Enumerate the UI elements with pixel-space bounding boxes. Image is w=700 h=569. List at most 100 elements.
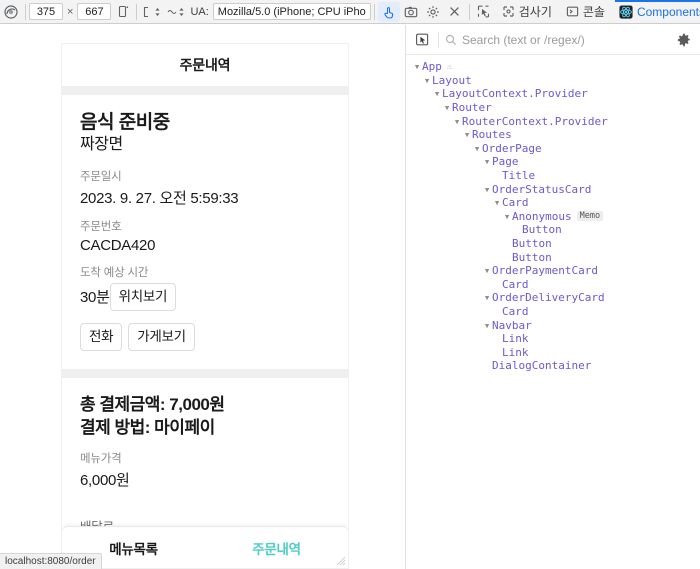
memo-badge: Memo [577, 211, 603, 221]
tree-node-label: Link [502, 346, 529, 359]
chevron-down-icon[interactable]: ▾ [422, 74, 432, 87]
zoom-select[interactable] [140, 3, 164, 21]
tree-node-label: Title [502, 169, 535, 182]
status-bar-url: localhost:8080/order [0, 553, 102, 569]
tab-console[interactable]: 콘솔 [559, 0, 612, 24]
tree-row[interactable]: Link [406, 332, 700, 346]
order-number-value: CACDA420 [80, 237, 330, 254]
user-agent-input[interactable]: Mozilla/5.0 (iPhone; CPU iPho [213, 3, 371, 20]
zoom-select-icon [143, 6, 153, 18]
order-status-heading: 음식 준비중 [80, 111, 330, 135]
emulated-device-frame: 주문내역 음식 준비중 짜장면 주문일시 2023. 9. 27. 오전 5:5… [62, 44, 348, 568]
tree-row[interactable]: ▾OrderDeliveryCard [406, 291, 700, 305]
tree-row[interactable]: Button [406, 223, 700, 237]
chevron-down-icon[interactable]: ▾ [482, 183, 492, 196]
tree-node-label: Card [502, 305, 529, 318]
chevron-down-icon[interactable]: ▾ [482, 291, 492, 304]
tree-row[interactable]: Title [406, 169, 700, 183]
tree-row[interactable]: ▾Page [406, 155, 700, 169]
camera-icon[interactable] [400, 2, 422, 22]
tree-row[interactable]: Button [406, 250, 700, 264]
card-divider [62, 86, 348, 95]
order-status-card: 음식 준비중 짜장면 주문일시 2023. 9. 27. 오전 5:59:33 … [62, 95, 348, 369]
dimension-separator: × [63, 6, 77, 18]
chevron-down-icon[interactable]: ▾ [462, 128, 472, 141]
tree-row[interactable]: DialogContainer [406, 359, 700, 373]
tree-node-label: Router [452, 101, 492, 114]
chevron-down-icon[interactable]: ▾ [452, 115, 462, 128]
order-menu-name: 짜장면 [80, 135, 330, 156]
tree-row[interactable]: ▾Layout [406, 74, 700, 88]
tree-row[interactable]: ▾App ⚠ [406, 60, 700, 74]
tree-row[interactable]: Card [406, 305, 700, 319]
search-icon [445, 34, 457, 46]
tree-row[interactable]: Link [406, 345, 700, 359]
search-input[interactable]: Search (text or /regex/) [443, 33, 672, 47]
device-pixel-ratio-icon[interactable] [111, 2, 133, 22]
tree-row[interactable]: ▾RouterContext.Provider [406, 114, 700, 128]
eta-label: 도착 예상 시간 [80, 264, 330, 280]
tab-components[interactable]: Components [612, 0, 700, 24]
searchbar-divider [438, 32, 439, 48]
toolbar-divider [136, 4, 137, 20]
tree-row[interactable]: Button [406, 237, 700, 251]
tree-node-label: Link [502, 332, 529, 345]
console-icon [566, 5, 579, 18]
tree-node-label: Page [492, 155, 519, 168]
chevron-down-icon[interactable]: ▾ [482, 264, 492, 277]
tree-row[interactable]: ▾Navbar [406, 318, 700, 332]
chevron-down-icon[interactable]: ▾ [432, 87, 442, 100]
tree-node-label: Button [522, 223, 562, 236]
store-view-button[interactable]: 가게보기 [128, 323, 194, 351]
tree-row[interactable]: ▾LayoutContext.Provider [406, 87, 700, 101]
call-button[interactable]: 전화 [80, 323, 122, 351]
resize-grip-icon[interactable] [336, 556, 346, 566]
chevron-down-icon[interactable]: ▾ [442, 101, 452, 114]
chevron-down-icon[interactable]: ▾ [502, 210, 512, 223]
tab-inspector[interactable]: 검사기 [495, 0, 559, 24]
inspect-pointer-icon[interactable] [473, 2, 495, 22]
device-rotate-icon[interactable] [0, 2, 22, 22]
tree-node-label: RouterContext.Provider [462, 115, 608, 128]
location-view-button[interactable]: 위치보기 [110, 283, 176, 311]
action-button-row: 전화 가게보기 [80, 323, 330, 351]
tree-node-label: Card [502, 196, 529, 209]
tree-row[interactable]: ▾Routes [406, 128, 700, 142]
gear-icon[interactable] [422, 2, 444, 22]
chevron-updown-icon [154, 6, 161, 18]
tree-node-label: App [422, 60, 442, 73]
touch-emulation-icon[interactable] [378, 2, 400, 22]
chevron-updown-icon [178, 6, 185, 18]
tree-row[interactable]: ▾OrderStatusCard [406, 182, 700, 196]
tree-row[interactable]: ▾Card [406, 196, 700, 210]
react-devtools-searchbar: Search (text or /regex/) [406, 25, 700, 55]
network-throttle-icon [167, 6, 177, 18]
tree-row[interactable]: ▾OrderPaymentCard [406, 264, 700, 278]
tree-row[interactable]: Card [406, 278, 700, 292]
eta-row: 30분 위치보기 [80, 283, 330, 311]
tab-inspector-label: 검사기 [519, 3, 552, 20]
inspect-element-icon[interactable] [410, 29, 434, 51]
menu-price-value: 6,000원 [80, 469, 330, 490]
inspector-icon [502, 5, 515, 18]
device-viewport-area: 주문내역 음식 준비중 짜장면 주문일시 2023. 9. 27. 오전 5:5… [0, 25, 405, 569]
network-throttle-select[interactable] [164, 3, 188, 21]
tree-row[interactable]: ▾AnonymousMemo [406, 210, 700, 224]
gear-icon[interactable] [672, 29, 696, 51]
tree-row[interactable]: ▾Router [406, 101, 700, 115]
navbar-link-order-history[interactable]: 주문내역 [205, 538, 348, 558]
chevron-down-icon[interactable]: ▾ [472, 142, 482, 155]
close-icon[interactable] [444, 2, 466, 22]
devtools-toolbar: 375 × 667 UA: Mozilla/5.0 (iPhone; CPU i… [0, 0, 700, 24]
chevron-down-icon[interactable]: ▾ [482, 155, 492, 168]
component-tree[interactable]: ▾App⚠▾Layout▾LayoutContext.Provider▾Rout… [406, 55, 700, 569]
warning-triangle-icon: ⚠ [447, 62, 452, 72]
viewport-height-input[interactable]: 667 [77, 3, 111, 20]
viewport-width-input[interactable]: 375 [29, 3, 63, 20]
tree-row[interactable]: ▾OrderPage [406, 142, 700, 156]
chevron-down-icon[interactable]: ▾ [482, 319, 492, 332]
chevron-down-icon[interactable]: ▾ [492, 196, 502, 209]
tree-node-label: Button [512, 237, 552, 250]
chevron-down-icon[interactable]: ▾ [412, 60, 422, 73]
order-number-label: 주문번호 [80, 218, 330, 234]
